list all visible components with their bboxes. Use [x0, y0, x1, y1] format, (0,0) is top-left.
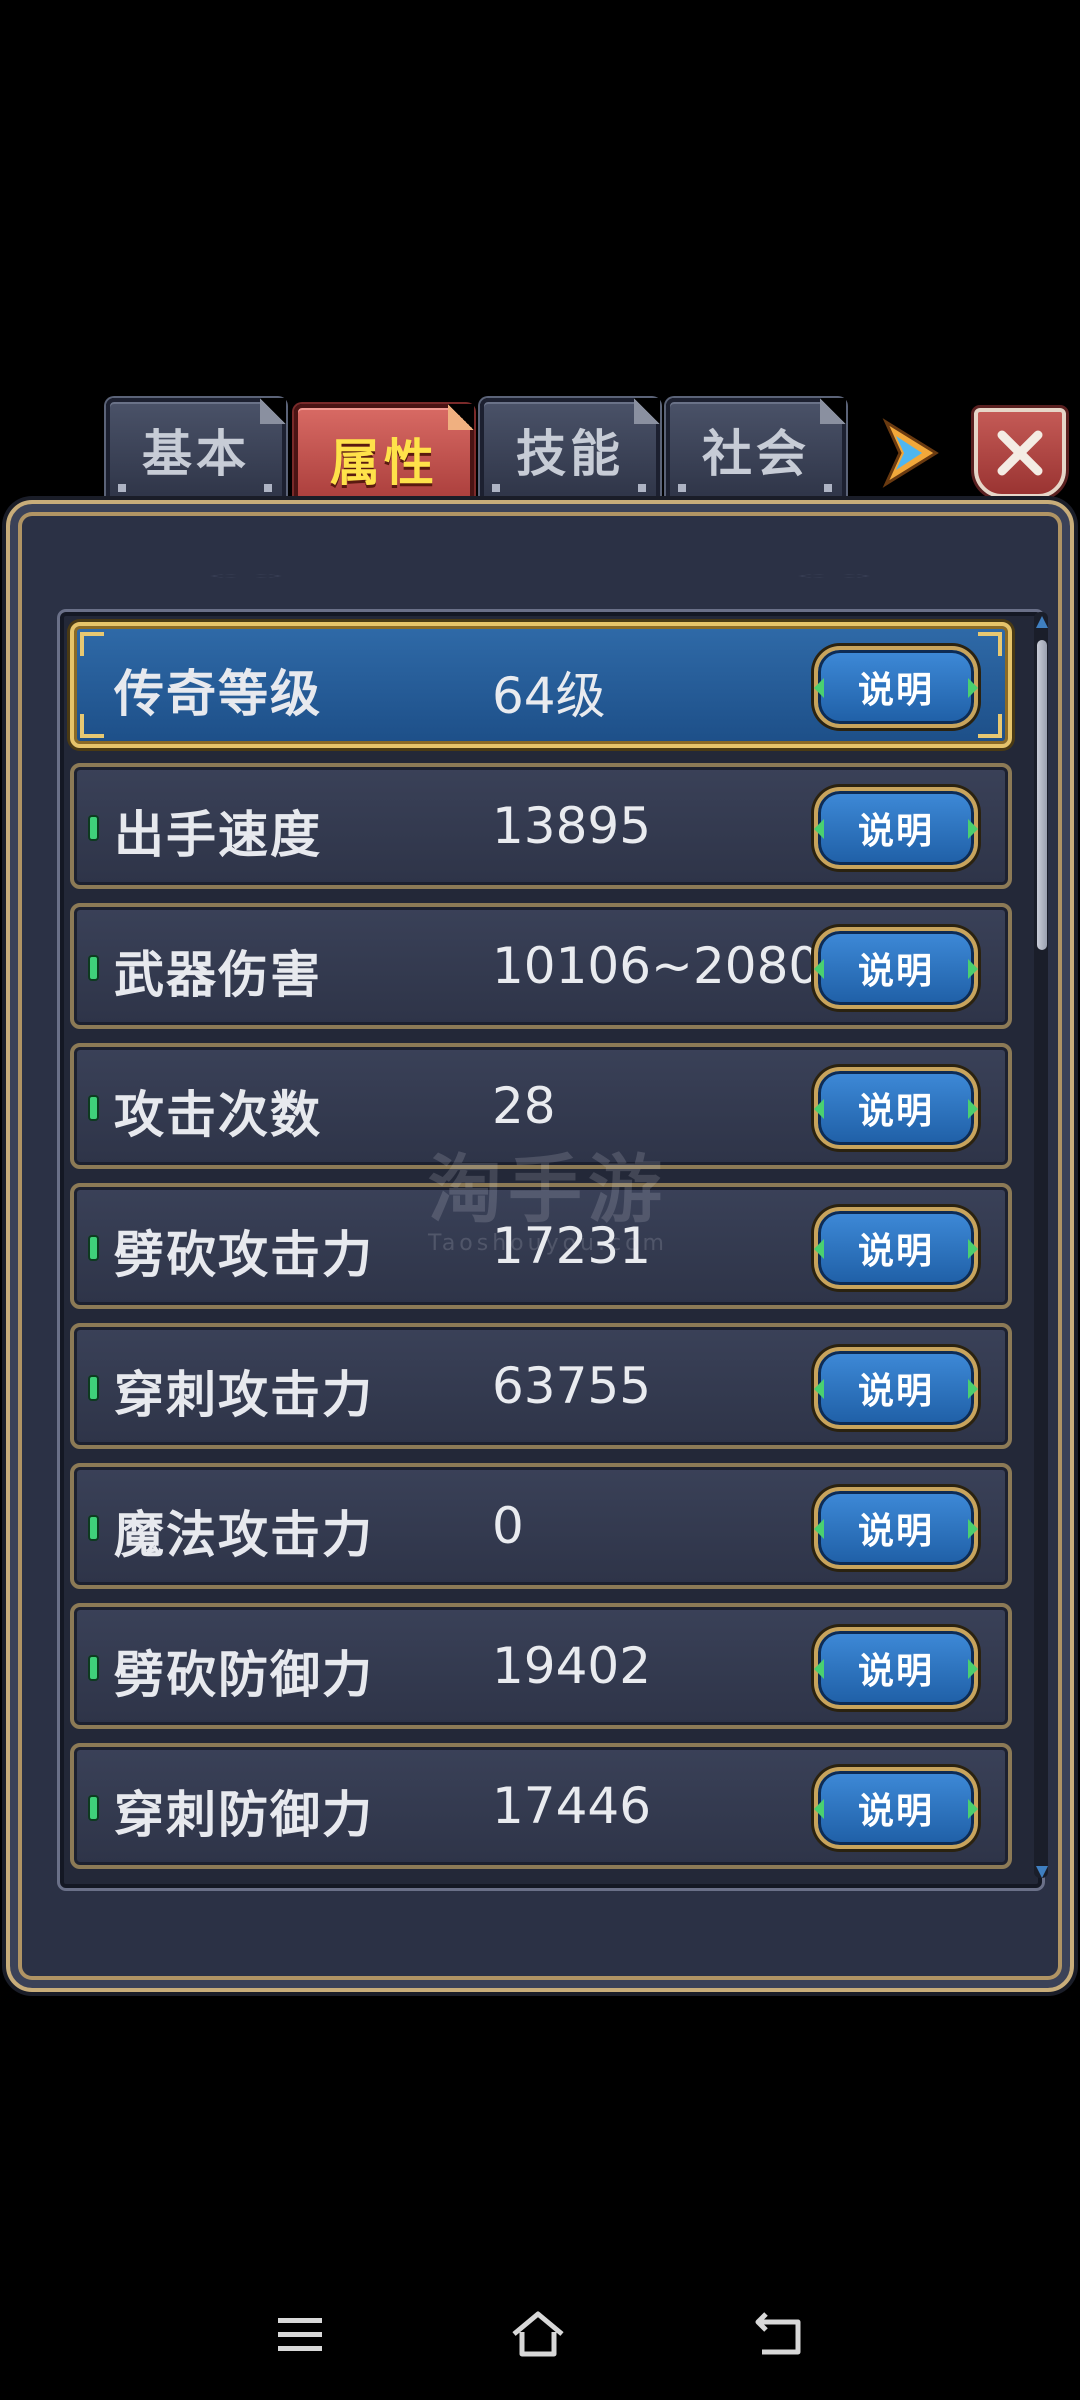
bullet-icon	[90, 1657, 97, 1679]
bullet-icon	[90, 817, 97, 839]
bullet-icon	[90, 1797, 97, 1819]
corner-ornament	[80, 632, 104, 656]
stat-row-slash-defense[interactable]: 劈砍防御力 19402 说明	[70, 1603, 1012, 1729]
corner-ornament	[978, 632, 1002, 656]
stat-row-pierce-defense[interactable]: 穿刺防御力 17446 说明	[70, 1743, 1012, 1869]
bullet-icon	[90, 1377, 97, 1399]
next-arrow-icon	[882, 418, 939, 488]
stat-label: 穿刺防御力	[114, 1786, 374, 1844]
bullet-icon	[90, 1097, 97, 1119]
scrollbar-thumb[interactable]	[1037, 640, 1047, 950]
watermark-logo-text: 淘手游	[428, 1147, 668, 1233]
stat-label: 出手速度	[114, 806, 322, 864]
tab-social[interactable]: 社会	[666, 398, 846, 502]
explain-button[interactable]: 说明	[814, 1627, 978, 1709]
stat-label: 穿刺攻击力	[114, 1366, 374, 1424]
stat-label: 劈砍攻击力	[114, 1226, 374, 1284]
bullet-icon	[90, 1517, 97, 1539]
stat-label: 劈砍防御力	[114, 1646, 374, 1704]
stat-value: 19402	[492, 1637, 652, 1695]
stat-value: 64级	[492, 667, 606, 725]
stat-label: 魔法攻击力	[114, 1506, 374, 1564]
explain-button[interactable]: 说明	[814, 646, 978, 728]
game-screen: 基本 属性 技能 社会 传奇等级 64级 说明 出手速度 13895 说明 武器…	[0, 0, 1080, 2400]
tab-basic[interactable]: 基本	[106, 398, 286, 502]
close-icon	[997, 430, 1043, 476]
stat-row-pierce-attack[interactable]: 穿刺攻击力 63755 说明	[70, 1323, 1012, 1449]
tab-basic-label: 基本	[142, 425, 250, 483]
stat-value: 0	[492, 1497, 524, 1555]
home-icon	[512, 2311, 564, 2357]
bullet-icon	[90, 957, 97, 979]
stat-row-legend-level[interactable]: 传奇等级 64级 说明	[70, 622, 1012, 748]
stat-value: 63755	[492, 1357, 652, 1415]
explain-button[interactable]: 说明	[814, 1067, 978, 1149]
panel-ornament	[50, 528, 1030, 608]
corner-ornament	[80, 714, 104, 738]
explain-button[interactable]: 说明	[814, 1347, 978, 1429]
watermark-url-text: Taoshouyou.com	[428, 1231, 668, 1256]
tab-skills[interactable]: 技能	[480, 398, 660, 502]
tab-skills-label: 技能	[516, 425, 624, 483]
stat-label: 传奇等级	[114, 665, 322, 723]
back-icon	[755, 2312, 801, 2355]
explain-button[interactable]: 说明	[814, 1767, 978, 1849]
stat-row-weapon-damage[interactable]: 武器伤害 10106~20807 说明	[70, 903, 1012, 1029]
corner-ornament	[978, 714, 1002, 738]
stat-row-attack-speed[interactable]: 出手速度 13895 说明	[70, 763, 1012, 889]
stat-value: 10106~20807	[492, 937, 812, 995]
watermark: 淘手游 Taoshouyou.com	[408, 1130, 688, 1256]
tab-social-label: 社会	[702, 425, 810, 483]
explain-button[interactable]: 说明	[814, 1207, 978, 1289]
explain-button[interactable]: 说明	[814, 1487, 978, 1569]
home-button[interactable]	[510, 2306, 566, 2362]
explain-button[interactable]: 说明	[814, 927, 978, 1009]
tab-attributes-label: 属性	[330, 434, 438, 492]
stat-label: 攻击次数	[114, 1086, 322, 1144]
stat-value: 28	[492, 1077, 556, 1135]
back-button[interactable]	[752, 2306, 808, 2362]
bullet-icon	[90, 1237, 97, 1259]
tab-attributes[interactable]: 属性	[294, 404, 474, 514]
menu-button[interactable]	[272, 2306, 328, 2362]
close-button[interactable]	[974, 408, 1066, 498]
next-arrow-button[interactable]	[878, 416, 944, 490]
menu-icon	[278, 2318, 322, 2351]
stat-value: 17446	[492, 1777, 652, 1835]
stat-row-magic-attack[interactable]: 魔法攻击力 0 说明	[70, 1463, 1012, 1589]
explain-button[interactable]: 说明	[814, 787, 978, 869]
stat-label: 武器伤害	[114, 946, 322, 1004]
stat-value: 13895	[492, 797, 652, 855]
